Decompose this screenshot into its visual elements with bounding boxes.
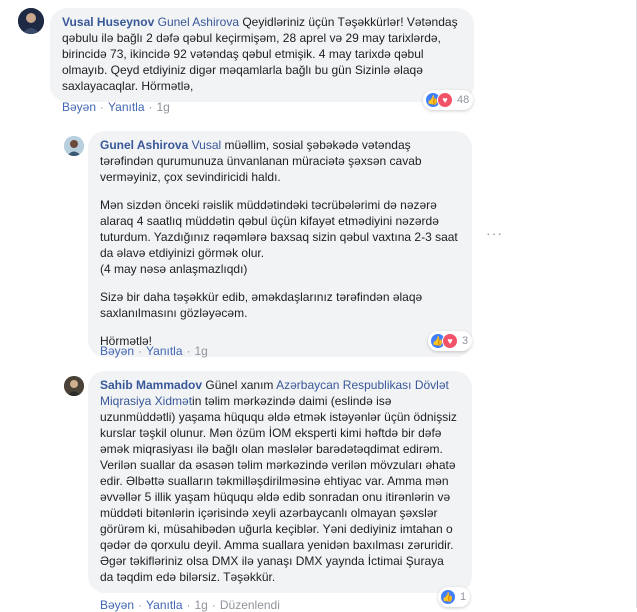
more-options-icon[interactable]: ··· bbox=[486, 225, 503, 241]
mention-link[interactable]: Gunel Ashirova bbox=[158, 15, 239, 29]
love-reaction-icon: ♥ bbox=[437, 92, 453, 108]
avatar[interactable] bbox=[18, 8, 44, 34]
reaction-summary[interactable]: 👍 ♥ 48 bbox=[423, 90, 474, 110]
comment-author[interactable]: Vusal Huseynov bbox=[62, 15, 154, 29]
comment-text: Günel xanım bbox=[205, 378, 274, 392]
comment-text: in təlim mərkəzində daimi (eslində isə u… bbox=[100, 394, 457, 584]
like-link[interactable]: Bəyən bbox=[62, 100, 96, 114]
like-link[interactable]: Bəyən bbox=[100, 598, 134, 612]
like-link[interactable]: Bəyən bbox=[100, 344, 134, 358]
reply-link[interactable]: Yanıtla bbox=[146, 344, 182, 358]
comment-author[interactable]: Sahib Mammadov bbox=[100, 378, 202, 392]
avatar[interactable] bbox=[64, 136, 84, 156]
mention-link[interactable]: Vusal bbox=[192, 138, 222, 152]
comment-paragraph: Mən sizdən önceki rəislik müddətindəki t… bbox=[100, 198, 458, 276]
comment-author[interactable]: Gunel Ashirova bbox=[100, 138, 188, 152]
avatar-image bbox=[64, 136, 84, 156]
reply-link[interactable]: Yanıtla bbox=[146, 598, 182, 612]
like-reaction-icon: 👍 bbox=[440, 589, 456, 605]
reaction-summary[interactable]: 👍 1 bbox=[438, 587, 471, 607]
avatar-image bbox=[64, 376, 84, 396]
reaction-count: 48 bbox=[457, 94, 470, 106]
avatar[interactable] bbox=[64, 376, 84, 396]
reply-link[interactable]: Yanıtla bbox=[108, 100, 144, 114]
comment-paragraph: Sizə bir daha təşəkkür edib, əməkdaşları… bbox=[100, 290, 423, 320]
edited-label[interactable]: Düzenlendi bbox=[220, 598, 280, 612]
comment-actions: Bəyən · Yanıtla · 1g · Düzenlendi bbox=[100, 598, 280, 612]
timestamp[interactable]: 1g bbox=[195, 344, 208, 358]
avatar-image bbox=[18, 8, 44, 34]
love-reaction-icon: ♥ bbox=[442, 333, 458, 349]
reaction-count: 1 bbox=[460, 591, 467, 603]
timestamp[interactable]: 1g bbox=[157, 100, 170, 114]
comment-actions: Bəyən · Yanıtla · 1g bbox=[100, 344, 208, 358]
reaction-count: 3 bbox=[462, 335, 469, 347]
comment-bubble: Vusal Huseynov Gunel Ashirova Qeyidlərin… bbox=[50, 8, 474, 102]
comment-bubble: Gunel Ashirova Vusal müəllim, sosial şəb… bbox=[88, 131, 472, 357]
timestamp[interactable]: 1g bbox=[195, 598, 208, 612]
reaction-summary[interactable]: 👍 ♥ 3 bbox=[428, 331, 473, 351]
comment-bubble: Sahib Mammadov Günel xanım Azərbaycan Re… bbox=[88, 371, 472, 593]
comment-actions: Bəyən · Yanıtla · 1g bbox=[62, 100, 170, 114]
